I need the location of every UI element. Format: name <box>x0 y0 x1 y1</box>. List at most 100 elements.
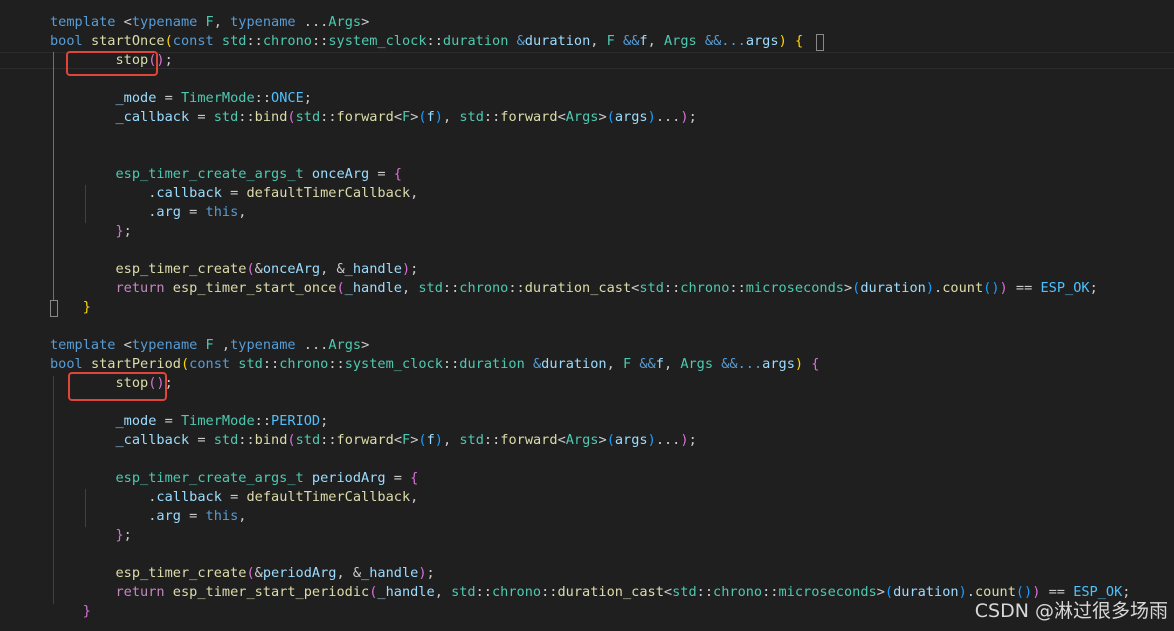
code-token: _mode <box>115 90 157 106</box>
code-token: ( <box>336 280 345 296</box>
code-token: , <box>410 185 419 201</box>
code-token: TimerMode <box>180 90 255 106</box>
code-line[interactable]: bool startOnce(const std::chrono::system… <box>50 32 803 51</box>
code-token: ONCE <box>271 90 304 106</box>
code-line[interactable]: esp_timer_create(&onceArg, &_handle); <box>50 260 418 279</box>
code-token: ( <box>180 356 190 372</box>
code-token: std <box>459 109 484 125</box>
code-editor[interactable]: template <typename F, typename ...Args> b… <box>0 0 1174 631</box>
code-line[interactable]: return esp_timer_start_periodic (_handle,… <box>50 583 1130 602</box>
code-token: args <box>614 109 648 125</box>
code-token: & <box>336 261 345 277</box>
code-token: duration_cast <box>557 584 664 600</box>
code-token: return <box>115 280 165 296</box>
code-token: = <box>156 413 181 429</box>
code-token: :: <box>475 584 492 600</box>
code-token: ) <box>434 432 443 448</box>
code-token: _callback <box>115 109 190 125</box>
code-token: . <box>966 584 975 600</box>
code-token: F <box>402 432 411 448</box>
code-token: { <box>794 33 804 49</box>
code-token: () <box>983 280 1000 296</box>
code-token: :: <box>541 584 558 600</box>
code-token: :: <box>663 280 681 296</box>
code-line[interactable]: .arg = this, <box>50 507 246 526</box>
code-token: Args <box>565 109 599 125</box>
code-token: F <box>205 14 214 30</box>
code-token: ... <box>655 109 681 125</box>
code-line[interactable]: } <box>50 298 91 317</box>
code-token: ( <box>287 109 296 125</box>
code-line[interactable]: } <box>50 602 91 621</box>
code-token: ) <box>925 280 935 296</box>
code-line[interactable]: .arg = this, <box>50 203 246 222</box>
code-token: periodArg <box>311 470 386 486</box>
code-token: _handle <box>344 261 402 277</box>
code-token: && <box>631 356 656 372</box>
code-token: = <box>221 185 247 201</box>
code-line[interactable]: }; <box>50 222 131 241</box>
code-token: std <box>451 584 476 600</box>
code-line[interactable]: _callback = std::bind(std::forward<F>(f)… <box>50 108 696 127</box>
code-token: microseconds <box>778 584 877 600</box>
code-token: = <box>369 166 394 182</box>
code-line[interactable]: template <typename F, typename ...Args> <box>50 13 369 32</box>
code-token: :: <box>262 356 280 372</box>
code-line[interactable]: esp_timer_create_args_t onceArg = { <box>50 165 401 184</box>
code-token: , <box>336 565 353 581</box>
code-token: :: <box>254 413 272 429</box>
code-token: = <box>189 432 214 448</box>
code-token: , <box>213 337 231 353</box>
code-token: ) <box>680 109 689 125</box>
code-token: ( <box>246 261 255 277</box>
code-token: args <box>614 432 648 448</box>
code-line[interactable]: _mode = TimerMode::ONCE; <box>50 89 311 108</box>
code-token: callback <box>156 489 222 505</box>
code-token: , <box>434 584 452 600</box>
code-token: & <box>524 356 542 372</box>
code-token: ( <box>606 109 615 125</box>
code-token: , <box>320 261 337 277</box>
code-line[interactable]: _callback = std::bind(std::forward<F>(f)… <box>50 431 696 450</box>
code-token: std <box>238 356 263 372</box>
code-token: template <box>50 337 116 353</box>
code-line[interactable]: template <typename F ,typename ...Args> <box>50 336 369 355</box>
code-token: startOnce <box>90 33 165 49</box>
code-line[interactable]: _mode = TimerMode::PERIOD; <box>50 412 328 431</box>
code-line[interactable]: }; <box>50 526 131 545</box>
code-token: ) <box>647 432 656 448</box>
code-token: && <box>614 33 640 49</box>
code-token: > <box>843 280 853 296</box>
code-line[interactable]: esp_timer_create_args_t periodArg = { <box>50 469 418 488</box>
code-token: :: <box>311 33 329 49</box>
code-line[interactable]: .callback = defaultTimerCallback, <box>50 488 418 507</box>
code-token: ) <box>794 356 804 372</box>
code-token: system_clock <box>344 356 443 372</box>
code-token: & <box>254 565 263 581</box>
code-line[interactable]: return esp_timer_start_once(_handle, std… <box>50 279 1097 298</box>
code-token: this <box>205 508 239 524</box>
code-token: chrono <box>459 280 509 296</box>
code-token: duration <box>541 356 607 372</box>
code-token: Args <box>680 356 714 372</box>
code-token: return <box>115 584 165 600</box>
code-token: :: <box>320 432 337 448</box>
code-token: :: <box>442 280 460 296</box>
code-line[interactable]: esp_timer_create(&periodArg, &_handle); <box>50 564 435 583</box>
code-token: defaultTimerCallback <box>246 489 411 505</box>
code-token: args <box>762 356 795 372</box>
code-token: _handle <box>377 584 435 600</box>
code-token: typename <box>230 14 296 30</box>
current-line-highlight <box>0 52 1174 69</box>
code-token: & <box>352 565 362 581</box>
code-line[interactable]: bool startPeriod(const std::chrono::syst… <box>50 355 819 374</box>
code-line[interactable]: .callback = defaultTimerCallback, <box>50 184 418 203</box>
code-token: ; <box>426 565 435 581</box>
code-token: Args <box>663 33 697 49</box>
